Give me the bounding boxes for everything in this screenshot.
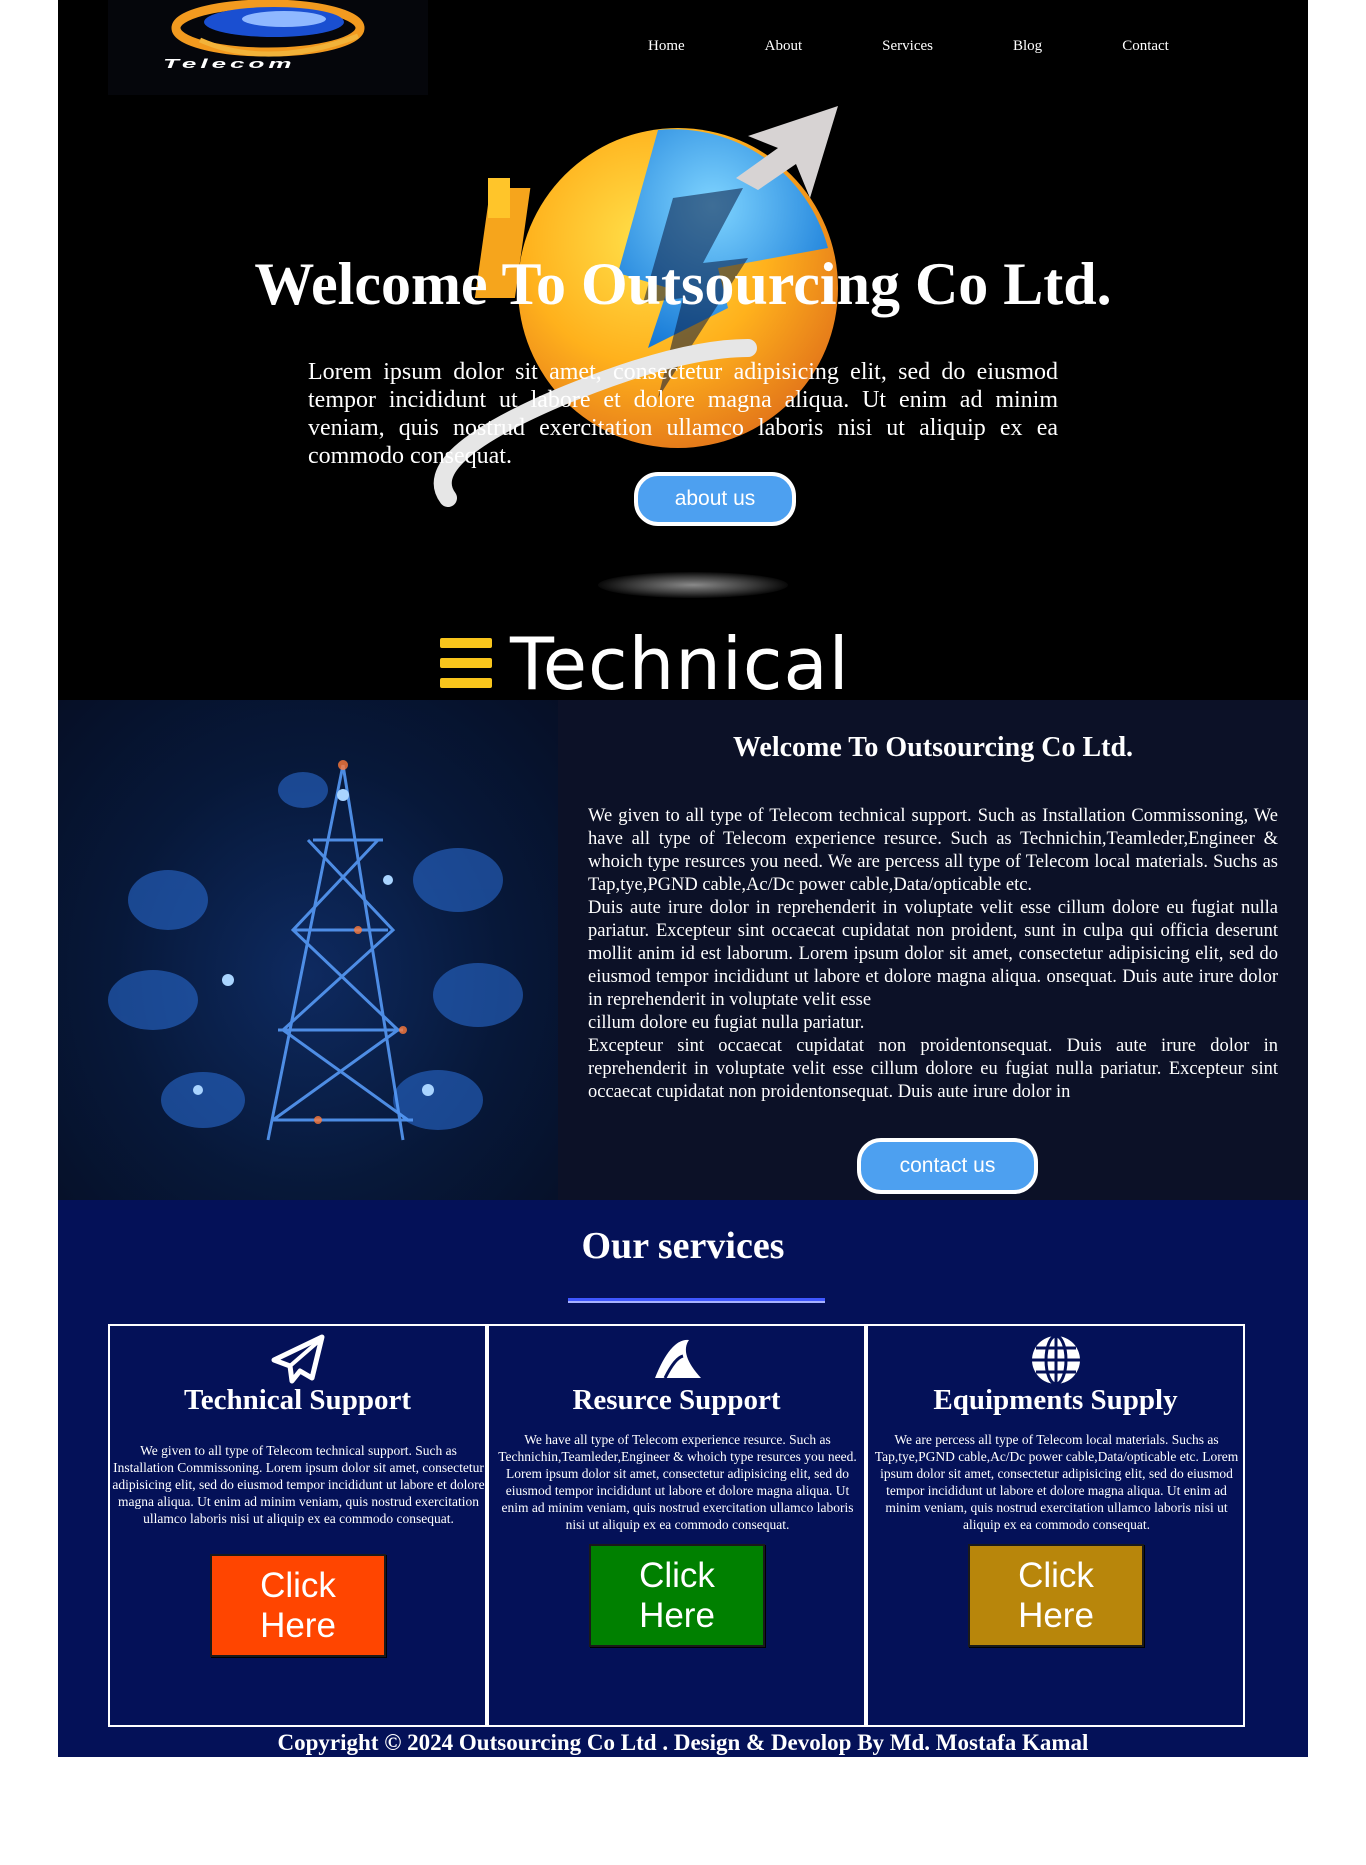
hero-section: Telecom Home About Services Blog Contact [58, 0, 1308, 700]
network-tower-image [58, 700, 558, 1200]
shark-fin-icon [654, 1339, 701, 1379]
nav-about[interactable]: About [765, 38, 803, 55]
logo-swoosh-icon [171, 0, 365, 57]
card-title: Technical Support [184, 1384, 411, 1416]
card-text: We given to all type of Telecom technica… [112, 1443, 485, 1526]
logo-text: Telecom [163, 56, 296, 71]
card-title: Resurce Support [572, 1384, 781, 1416]
nav-blog[interactable]: Blog [1013, 38, 1042, 55]
contact-us-button[interactable]: contact us [857, 1138, 1038, 1194]
service-cards: Technical Support We given to all type o… [108, 1324, 1245, 1727]
main-nav: Home About Services Blog Contact [648, 38, 1169, 55]
service-card-equipment: Equipments Supply We are percess all typ… [866, 1324, 1245, 1727]
nav-contact[interactable]: Contact [1122, 38, 1169, 55]
footer-copyright: Copyright © 2024 Outsourcing Co Ltd . De… [277, 1730, 1089, 1755]
card-text: We are percess all type of Telecom local… [874, 1432, 1239, 1532]
about-paragraph: We given to all type of Telecom technica… [588, 806, 1278, 895]
card-text: We have all type of Telecom experience r… [498, 1432, 857, 1532]
click-here-button[interactable]: Click Here [589, 1544, 765, 1647]
click-here-button[interactable]: Click Here [210, 1554, 386, 1657]
tower-icon [108, 760, 523, 1141]
title-underline [568, 1298, 825, 1303]
click-here-button[interactable]: Click Here [968, 1544, 1144, 1647]
about-paragraph: Excepteur sint occaecat cupidatat non pr… [588, 1036, 1278, 1102]
about-title: Welcome To Outsourcing Co Ltd. [732, 732, 1134, 763]
nav-services[interactable]: Services [882, 38, 933, 55]
banner-glow [598, 572, 788, 598]
about-us-button[interactable]: about us [634, 472, 796, 526]
card-title: Equipments Supply [933, 1384, 1178, 1416]
telecom-logo[interactable]: Telecom [108, 0, 428, 95]
hero-title: Welcome To Outsourcing Co Ltd. [254, 251, 1112, 317]
technical-banner-text: Technical [510, 622, 850, 700]
service-card-technical: Technical Support We given to all type o… [108, 1324, 487, 1727]
paper-plane-icon [271, 1334, 324, 1384]
hero-text: Lorem ipsum dolor sit amet, consectetur … [308, 359, 1058, 469]
about-section: Welcome To Outsourcing Co Ltd. We given … [58, 700, 1308, 1200]
page: Telecom Home About Services Blog Contact [58, 0, 1308, 1757]
services-title: Our services [581, 1225, 785, 1267]
about-paragraph: Duis aute irure dolor in reprehenderit i… [588, 898, 1278, 1010]
nav-home[interactable]: Home [648, 38, 685, 55]
service-card-resource: Resurce Support We have all type of Tele… [487, 1324, 866, 1727]
about-text: We given to all type of Telecom technica… [588, 805, 1278, 1104]
services-section: Our services Technical Support We given … [58, 1200, 1308, 1757]
about-paragraph: cillum dolore eu fugiat nulla pariatur. [588, 1013, 865, 1033]
menu-bars-icon [440, 638, 492, 688]
globe-icon [1031, 1334, 1080, 1386]
